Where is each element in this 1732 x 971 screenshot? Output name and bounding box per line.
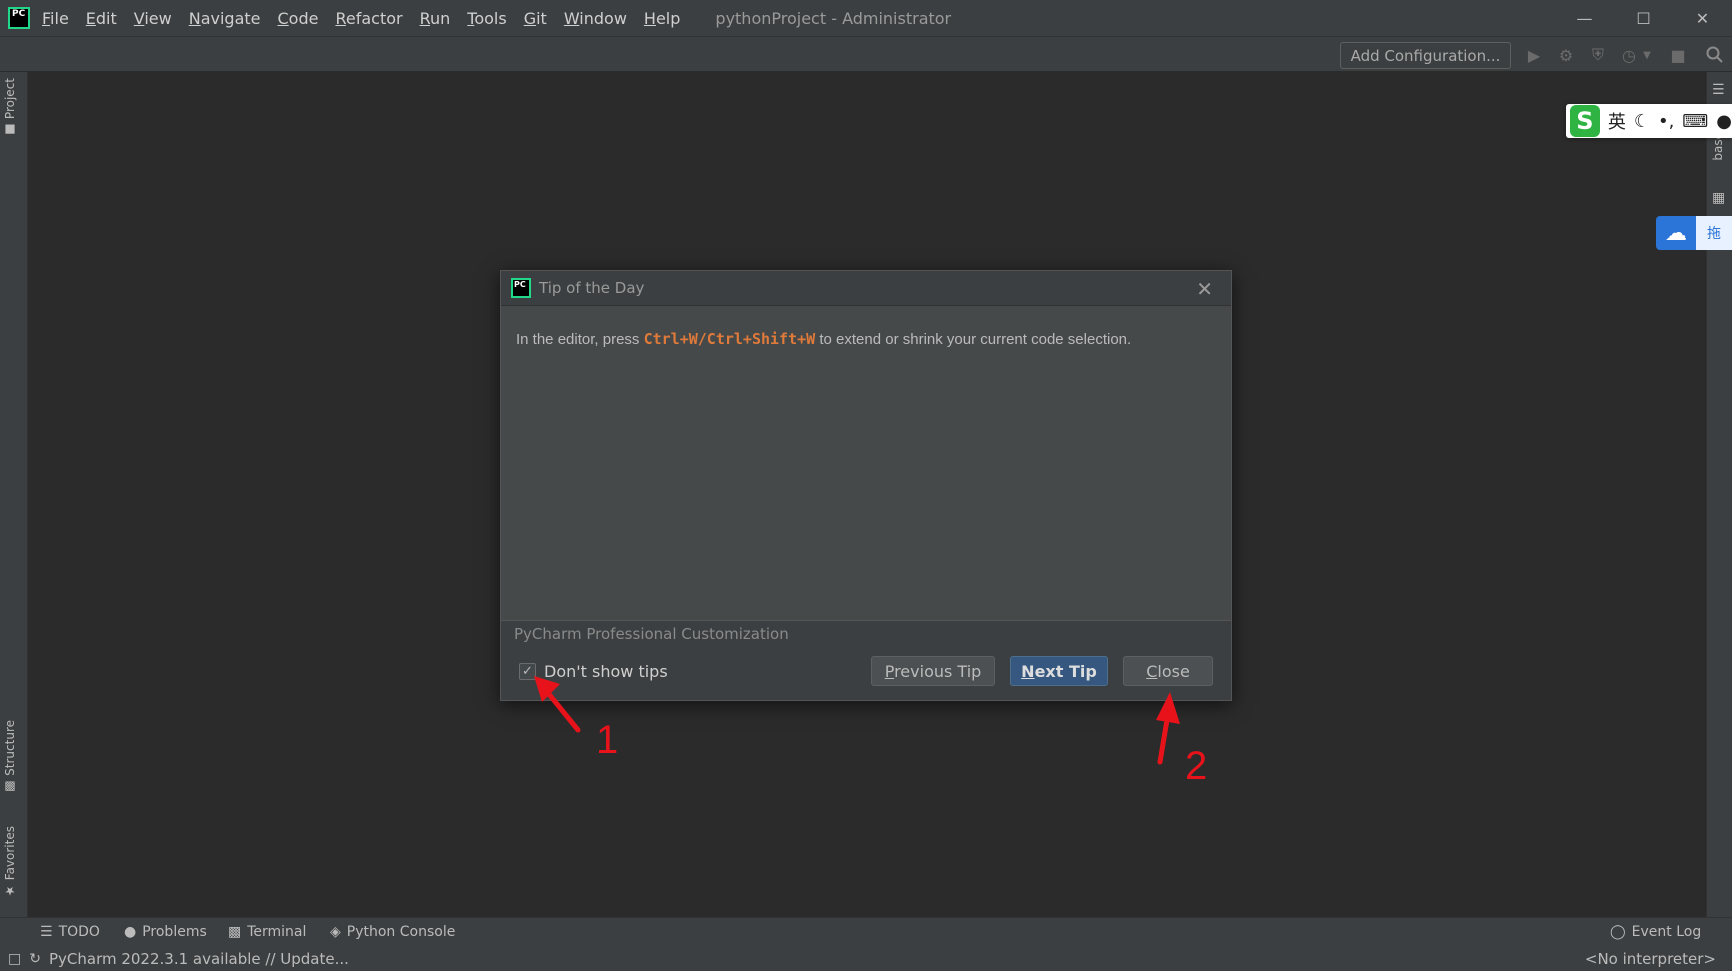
tab-structure[interactable]: ▩ Structure bbox=[3, 720, 17, 794]
bottom-tool-tabs: ☰ TODO ● Problems ▩ Terminal ◈ Python Consol… bbox=[0, 917, 1732, 947]
tab-terminal[interactable]: ▩ Terminal bbox=[228, 924, 306, 940]
sogou-logo-icon: S bbox=[1570, 105, 1600, 137]
menu-git[interactable]: Git bbox=[524, 9, 547, 28]
dont-show-tips-checkbox[interactable]: ✓ bbox=[519, 663, 536, 680]
user-icon[interactable]: ● bbox=[1716, 111, 1732, 132]
keyboard-icon[interactable]: ⌨ bbox=[1682, 111, 1708, 132]
dont-show-tips-row[interactable]: ✓ Don't show tips bbox=[519, 662, 668, 681]
add-configuration-button[interactable]: Add Configuration... bbox=[1340, 42, 1511, 69]
loading-spinner-icon: ↻ bbox=[29, 951, 41, 967]
menu-run[interactable]: Run bbox=[420, 9, 451, 28]
pycharm-logo-icon: PC bbox=[511, 278, 531, 298]
shortcut-extend: Ctrl+W bbox=[643, 330, 698, 348]
status-bar: □ ↻ PyCharm 2022.3.1 available // Update… bbox=[0, 947, 1732, 971]
stop-icon[interactable]: ■ bbox=[1668, 45, 1688, 65]
shortcut-shrink: Ctrl+Shift+W bbox=[706, 330, 816, 348]
update-message[interactable]: PyCharm 2022.3.1 available // Update... bbox=[49, 950, 349, 968]
ime-toolbar[interactable]: S 英 ☾ •, ⌨ ● bbox=[1566, 104, 1732, 138]
tip-of-the-day-dialog: PC Tip of the Day ✕ In the editor, press… bbox=[500, 270, 1232, 701]
menu-edit[interactable]: Edit bbox=[86, 9, 117, 28]
tab-event-log[interactable]: ◯ Event Log bbox=[1610, 924, 1701, 940]
toggle-tool-windows-icon[interactable]: □ bbox=[8, 951, 21, 967]
pycharm-logo-icon: PC bbox=[8, 7, 30, 29]
sciview-icon[interactable]: ▦ bbox=[1712, 190, 1725, 206]
interpreter-selector[interactable]: <No interpreter> bbox=[1585, 950, 1716, 968]
annotation-arrow-2 bbox=[1156, 692, 1180, 765]
left-tool-strip: ■ Project ▩ Structure ★ Favorites bbox=[0, 72, 28, 917]
search-icon[interactable] bbox=[1705, 45, 1725, 65]
coverage-icon[interactable]: ⛨ bbox=[1588, 45, 1608, 65]
structure-icon: ▩ bbox=[3, 779, 17, 794]
dont-show-tips-label[interactable]: Don't show tips bbox=[544, 662, 668, 681]
menu-view[interactable]: View bbox=[134, 9, 172, 28]
tab-favorites[interactable]: ★ Favorites bbox=[3, 826, 17, 898]
window-title: pythonProject - Administrator bbox=[715, 8, 952, 28]
dialog-title: Tip of the Day bbox=[539, 279, 645, 297]
menu-code[interactable]: Code bbox=[278, 9, 319, 28]
run-icon[interactable]: ▶ bbox=[1524, 45, 1544, 65]
close-window-icon[interactable]: ✕ bbox=[1673, 0, 1732, 36]
minimize-icon[interactable]: — bbox=[1555, 0, 1614, 36]
ime-mode[interactable]: 英 bbox=[1608, 108, 1626, 134]
tab-python-console[interactable]: ◈ Python Console bbox=[330, 924, 455, 940]
problems-icon: ● bbox=[124, 924, 137, 940]
menu-file[interactable]: File bbox=[42, 9, 69, 28]
star-icon: ★ bbox=[3, 884, 17, 899]
event-log-icon: ◯ bbox=[1610, 924, 1626, 940]
python-icon: ◈ bbox=[330, 924, 341, 940]
close-button[interactable]: Close bbox=[1123, 656, 1213, 686]
previous-tip-button[interactable]: Previous Tip bbox=[871, 656, 995, 686]
right-tool-strip: ☰ base ▦ bbox=[1706, 72, 1732, 917]
close-icon[interactable]: ✕ bbox=[1196, 277, 1213, 301]
maximize-icon[interactable]: ☐ bbox=[1614, 0, 1673, 36]
terminal-icon: ▩ bbox=[228, 924, 242, 940]
menu-window[interactable]: Window bbox=[564, 9, 627, 28]
chevron-down-icon[interactable]: ▼ bbox=[1641, 45, 1653, 65]
debug-icon[interactable]: ⚙ bbox=[1556, 45, 1576, 65]
cloud-label: 拖 bbox=[1696, 216, 1732, 250]
next-tip-button[interactable]: Next Tip bbox=[1010, 656, 1108, 686]
cloud-icon: ☁ bbox=[1665, 220, 1687, 246]
annotation-label-2: 2 bbox=[1185, 744, 1208, 788]
menu-refactor[interactable]: Refactor bbox=[335, 9, 402, 28]
annotation-label-1: 1 bbox=[596, 718, 619, 762]
title-bar: PC File Edit View Navigate Code Refactor… bbox=[0, 0, 1732, 36]
menu-navigate[interactable]: Navigate bbox=[189, 9, 261, 28]
tip-source-label: PyCharm Professional Customization bbox=[514, 625, 789, 643]
moon-icon[interactable]: ☾ bbox=[1634, 111, 1650, 132]
folder-icon: ■ bbox=[3, 123, 17, 138]
menu-tools[interactable]: Tools bbox=[467, 9, 506, 28]
tip-text: In the editor, press Ctrl+W/Ctrl+Shift+W… bbox=[516, 330, 1132, 348]
database-icon[interactable]: ☰ bbox=[1712, 82, 1725, 98]
profile-icon[interactable]: ◷ bbox=[1619, 45, 1639, 65]
tab-project[interactable]: ■ Project bbox=[3, 78, 17, 137]
window-controls: — ☐ ✕ bbox=[1555, 0, 1732, 36]
list-icon: ☰ bbox=[40, 924, 53, 940]
main-toolbar: Add Configuration... ▶ ⚙ ⛨ ◷ ▼ ■ bbox=[0, 36, 1732, 72]
punctuation-icon[interactable]: •, bbox=[1658, 111, 1674, 132]
tab-todo[interactable]: ☰ TODO bbox=[40, 924, 100, 940]
tab-problems[interactable]: ● Problems bbox=[124, 924, 207, 940]
menu-help[interactable]: Help bbox=[644, 9, 680, 28]
tip-content: In the editor, press Ctrl+W/Ctrl+Shift+W… bbox=[501, 306, 1231, 621]
dialog-header: PC Tip of the Day ✕ bbox=[501, 271, 1231, 306]
cloud-upload-widget[interactable]: ☁ 拖 bbox=[1656, 216, 1732, 250]
